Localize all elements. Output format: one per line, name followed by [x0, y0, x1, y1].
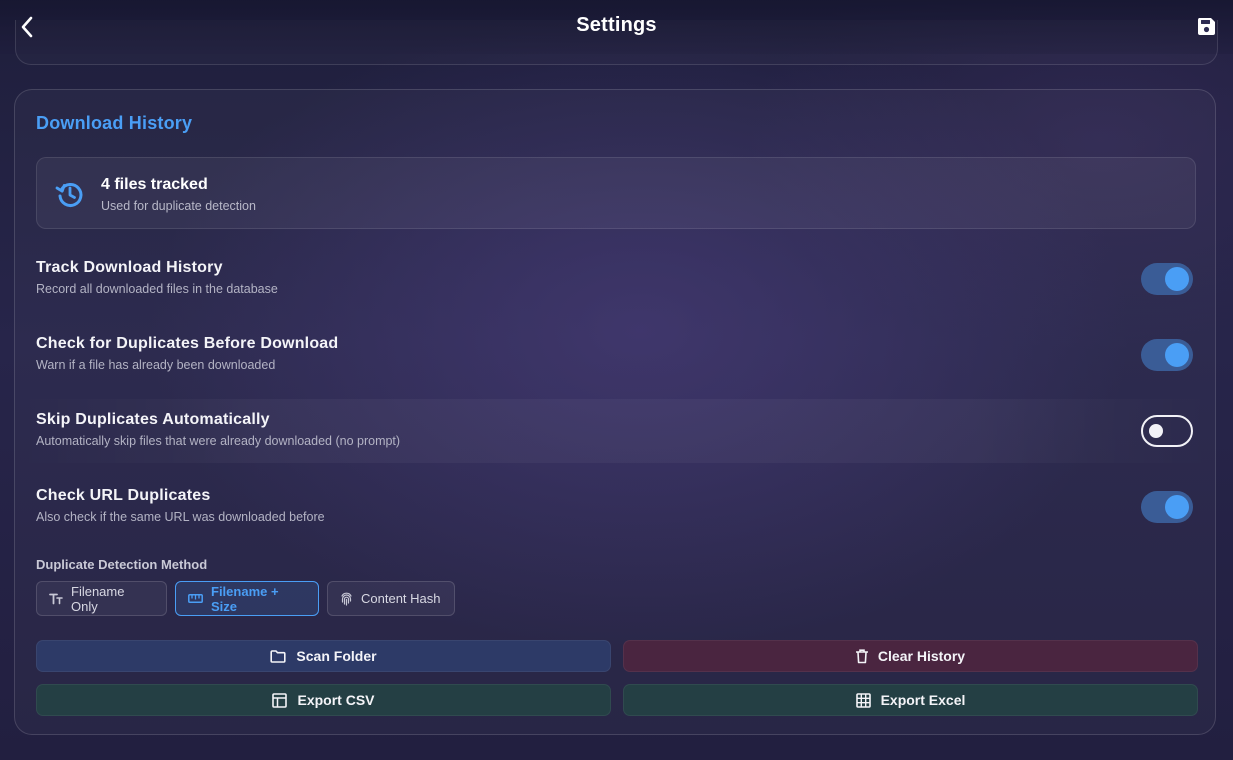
button-label: Scan Folder: [296, 648, 377, 664]
trash-icon: [855, 648, 868, 664]
method-filename-only[interactable]: Filename Only: [36, 581, 167, 616]
setting-skip-duplicates: Skip Duplicates Automatically Automatica…: [15, 399, 1215, 463]
method-filename-size[interactable]: Filename + Size: [175, 581, 319, 616]
setting-title: Check for Duplicates Before Download: [36, 335, 339, 352]
clear-history-button[interactable]: Clear History: [623, 640, 1198, 672]
scan-folder-button[interactable]: Scan Folder: [36, 640, 611, 672]
previous-settings-card: [15, 20, 1218, 65]
ruler-icon: [188, 594, 203, 603]
table-icon: [272, 692, 288, 708]
setting-description: Warn if a file has already been download…: [36, 358, 276, 372]
skip-duplicates-toggle[interactable]: [1141, 415, 1193, 447]
history-icon: [54, 178, 86, 210]
setting-description: Record all downloaded files in the datab…: [36, 282, 278, 296]
toggle-knob: [1165, 495, 1189, 519]
files-tracked-subtitle: Used for duplicate detection: [101, 199, 256, 213]
setting-check-url-duplicates: Check URL Duplicates Also check if the s…: [15, 475, 1215, 539]
check-url-duplicates-toggle[interactable]: [1141, 491, 1193, 523]
check-duplicates-toggle[interactable]: [1141, 339, 1193, 371]
section-title: Download History: [36, 113, 193, 133]
export-excel-button[interactable]: Export Excel: [623, 684, 1198, 716]
method-label: Filename + Size: [211, 583, 279, 614]
toggle-knob: [1149, 424, 1163, 438]
method-label: Content Hash: [361, 591, 441, 606]
text-size-icon: [49, 593, 63, 605]
grid-icon: [855, 692, 871, 708]
files-tracked-count: 4 files tracked: [101, 176, 208, 193]
history-stats-panel: 4 files tracked Used for duplicate detec…: [36, 157, 1196, 229]
setting-track-download-history: Track Download History Record all downlo…: [15, 247, 1215, 311]
fingerprint-icon: [340, 592, 353, 606]
download-history-card: Download History 4 files tracked Used fo…: [14, 89, 1216, 735]
folder-icon: [270, 649, 287, 663]
button-label: Export Excel: [880, 692, 966, 708]
method-label: Filename Only: [71, 583, 125, 614]
setting-title: Skip Duplicates Automatically: [36, 411, 270, 428]
setting-description: Also check if the same URL was downloade…: [36, 510, 325, 524]
export-csv-button[interactable]: Export CSV: [36, 684, 611, 716]
track-history-toggle[interactable]: [1141, 263, 1193, 295]
toggle-knob: [1165, 267, 1189, 291]
setting-description: Automatically skip files that were alrea…: [36, 434, 401, 448]
button-label: Export CSV: [297, 692, 375, 708]
setting-check-duplicates: Check for Duplicates Before Download War…: [15, 323, 1215, 387]
button-label: Clear History: [877, 648, 966, 664]
method-content-hash[interactable]: Content Hash: [327, 581, 455, 616]
detection-method-label: Duplicate Detection Method: [36, 557, 208, 572]
toggle-knob: [1165, 343, 1189, 367]
setting-title: Check URL Duplicates: [36, 487, 211, 504]
setting-title: Track Download History: [36, 259, 223, 276]
